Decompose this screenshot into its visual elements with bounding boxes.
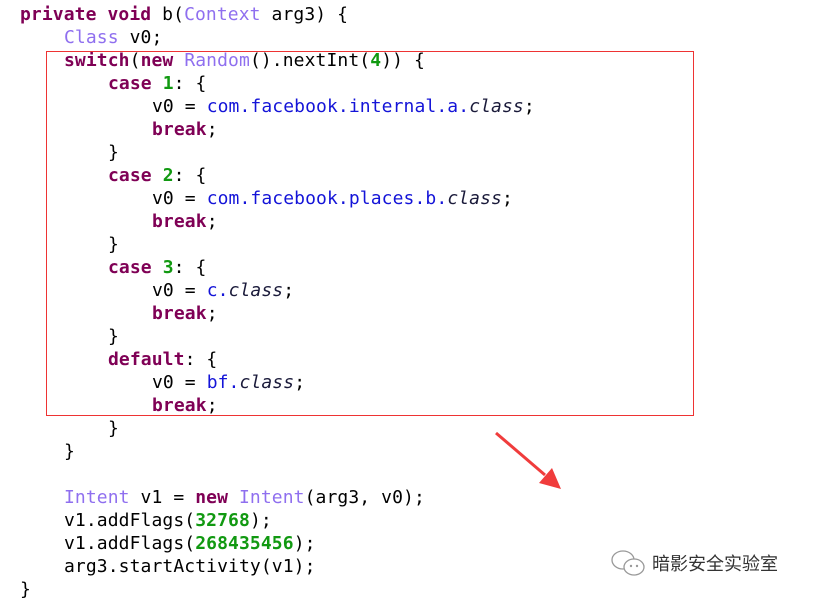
arrow-icon bbox=[495, 431, 561, 489]
watermark-text: 暗影安全实验室 bbox=[652, 554, 778, 575]
watermark: 暗影安全实验室 bbox=[610, 549, 778, 577]
wechat-icon bbox=[611, 550, 645, 576]
